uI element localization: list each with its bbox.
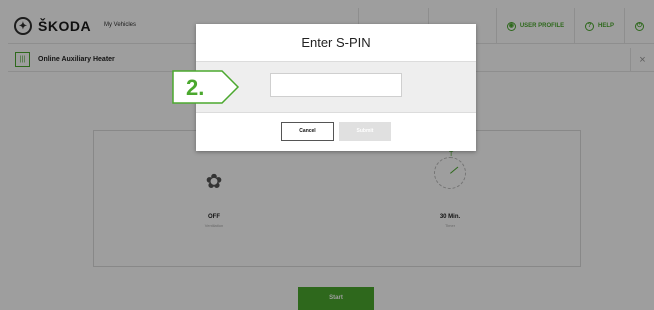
submit-button[interactable]: Submit [339,122,391,141]
step-number: 2. [186,75,205,100]
dialog-title: Enter S-PIN [301,35,371,50]
callout-arrow-shape [172,70,240,104]
spin-input[interactable] [270,73,402,97]
page: ✦ ŠKODA My Vehicles ◉ USER PROFILE ? HEL… [0,0,654,310]
cancel-button[interactable]: Cancel [281,122,334,141]
step-callout: 2. [172,70,240,104]
